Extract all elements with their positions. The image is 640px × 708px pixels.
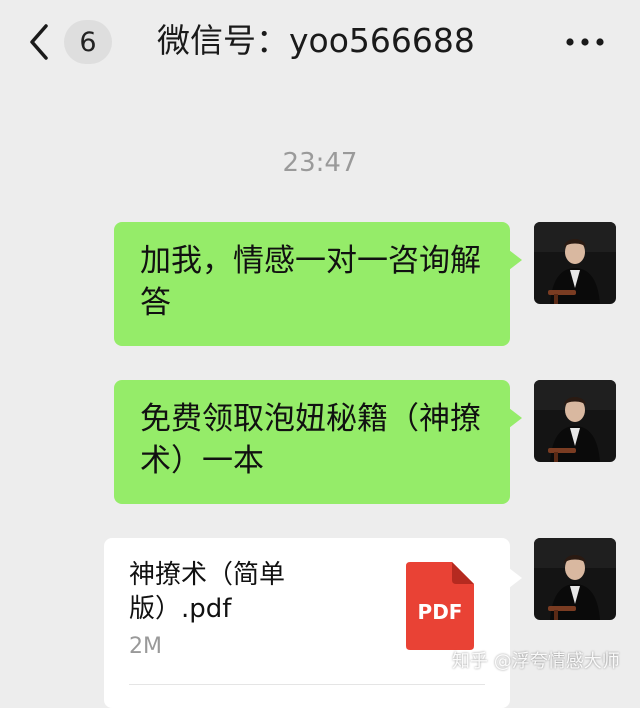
file-message-card[interactable]: 神撩术（简单版）.pdf 2M PDF [104,538,522,708]
back-arrow-icon [30,24,48,60]
avatar[interactable] [534,222,616,304]
more-icon [566,38,604,46]
message-bubble[interactable]: 加我，情感一对一咨询解答 [114,222,522,346]
watermark: 知乎 @浮夸情感大师 [452,651,620,672]
avatar-photo-icon [534,222,616,304]
divider [129,684,485,685]
file-name: 神撩术（简单版）.pdf [129,560,286,624]
avatar-photo-icon [534,538,616,620]
file-size: 2M [129,634,162,659]
chat-title: 微信号：yoo566688 [157,21,475,60]
avatar[interactable] [534,538,616,620]
back-button[interactable]: 6 [26,20,116,64]
chat-header: 6 微信号：yoo566688 [0,0,640,84]
message-timestamp: 23:47 [282,148,358,178]
more-button[interactable] [560,22,610,62]
pdf-file-icon: PDF [406,562,474,650]
avatar[interactable] [534,380,616,462]
unread-count-badge: 6 [64,20,112,64]
pdf-badge-label: PDF [417,600,463,624]
message-bubble[interactable]: 免费领取泡妞秘籍（神撩术）一本 [114,380,522,504]
avatar-photo-icon [534,380,616,462]
